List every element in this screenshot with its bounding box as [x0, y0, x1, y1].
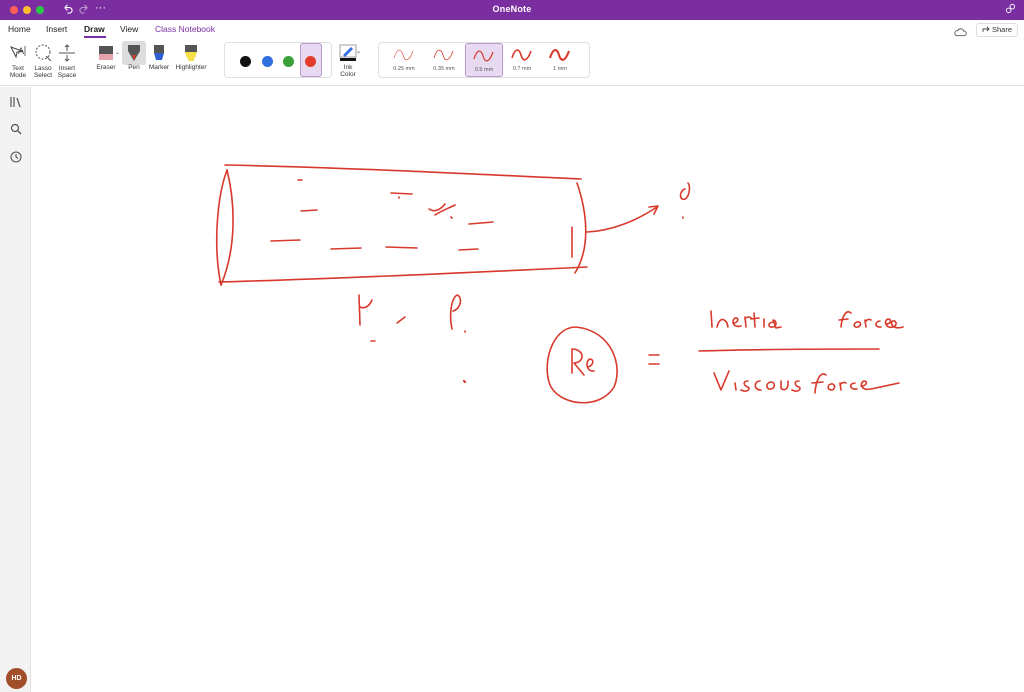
pen-button[interactable]: Pen: [121, 44, 147, 71]
color-palette: [224, 42, 332, 78]
highlighter-button[interactable]: Highlighter: [172, 44, 210, 71]
thickness-07[interactable]: 0.7 mm: [503, 43, 541, 77]
lasso-icon: [35, 44, 52, 62]
thickness-stroke-icon: [511, 49, 532, 61]
eraser-dropdown-icon[interactable]: ⌄: [115, 49, 120, 56]
color-green-swatch[interactable]: [283, 56, 294, 67]
share-icon: [982, 26, 990, 32]
thickness-025[interactable]: 0.25 mm: [385, 43, 423, 77]
color-black-swatch[interactable]: [240, 56, 251, 67]
tab-home[interactable]: Home: [8, 24, 31, 34]
draw-ribbon: A Text Mode Lasso Select Insert Space Er…: [0, 38, 1024, 86]
left-navigation: HD: [0, 87, 31, 692]
search-icon[interactable]: [10, 122, 22, 140]
tab-insert[interactable]: Insert: [46, 24, 67, 34]
pen-icon: [128, 45, 140, 61]
app-title: OneNote: [492, 4, 532, 14]
thickness-05[interactable]: 0.5 mm: [465, 43, 503, 77]
svg-text:A: A: [18, 46, 24, 56]
title-bar: ··· OneNote: [0, 0, 1024, 20]
stroke-thickness-panel: 0.25 mm 0.35 mm 0.5 mm 0.7 mm 1 mm: [378, 42, 590, 78]
thickness-stroke-icon: [433, 49, 454, 61]
thickness-stroke-icon: [473, 50, 494, 62]
share-button[interactable]: Share: [975, 23, 1018, 37]
page-canvas[interactable]: [31, 87, 1024, 692]
insert-space-icon: [59, 44, 75, 62]
tab-draw[interactable]: Draw: [84, 24, 105, 34]
share-label: Share: [991, 25, 1012, 34]
share-link-icon[interactable]: [1005, 3, 1016, 18]
tab-class-notebook[interactable]: Class Notebook: [155, 24, 215, 34]
onenote-window: ··· OneNote Home Insert Draw View Class …: [0, 0, 1024, 692]
color-red-swatch[interactable]: [305, 56, 316, 67]
color-blue-swatch[interactable]: [262, 56, 273, 67]
ribbon-tabs: Home Insert Draw View Class Notebook Sha…: [0, 20, 1024, 38]
thickness-stroke-icon: [393, 49, 414, 61]
marker-button[interactable]: Marker: [147, 44, 171, 71]
eraser-icon: [99, 46, 113, 60]
text-mode-button[interactable]: A Text Mode: [7, 43, 29, 79]
avatar[interactable]: HD: [6, 668, 27, 689]
highlighter-icon: [185, 45, 197, 61]
thickness-stroke-icon: [548, 49, 570, 61]
insert-space-button[interactable]: Insert Space: [55, 43, 79, 79]
marker-icon: [154, 45, 164, 60]
tab-view[interactable]: View: [120, 24, 138, 34]
lasso-select-button[interactable]: Lasso Select: [31, 43, 55, 79]
recent-clock-icon[interactable]: [10, 150, 22, 168]
ink-color-dropdown-icon[interactable]: ⌄: [356, 48, 361, 55]
thickness-1[interactable]: 1 mm: [541, 43, 579, 77]
handwritten-ink-drawing: [215, 164, 904, 404]
text-mode-icon: A: [9, 46, 26, 59]
ink-color-icon: [339, 44, 357, 61]
notebooks-icon[interactable]: [10, 95, 22, 113]
thickness-035[interactable]: 0.35 mm: [425, 43, 463, 77]
